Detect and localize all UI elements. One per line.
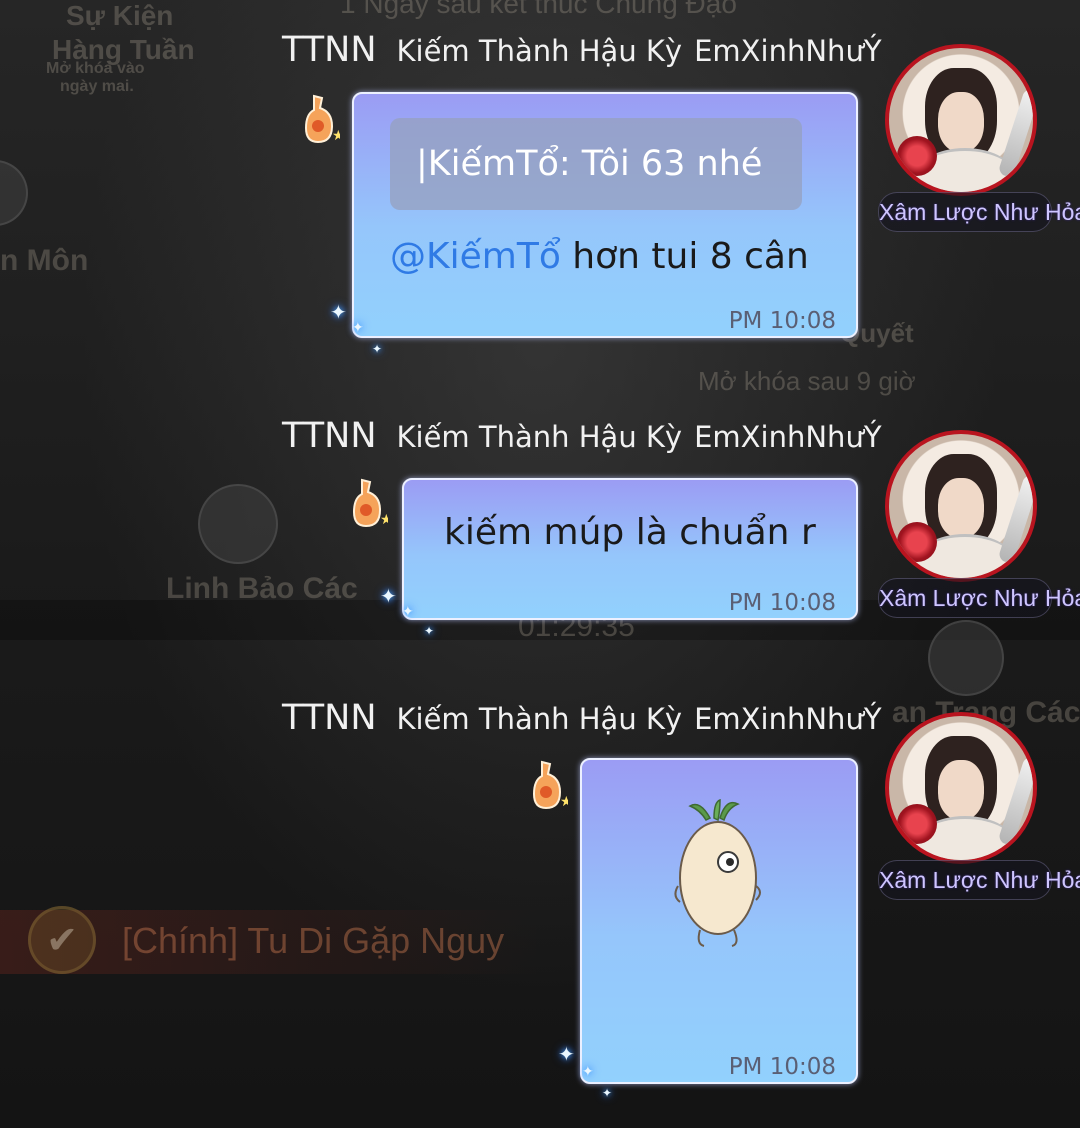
event-title: Sự Kiện bbox=[66, 0, 174, 31]
sparkle-icon: ✦ bbox=[558, 1042, 575, 1066]
message-header: TTNN Kiếm Thành Hậu Kỳ EmXinhNhưÝ bbox=[282, 698, 882, 738]
mid-unlock: Mở khóa sau 9 giờ bbox=[698, 366, 916, 396]
top-banner: 1 Ngày sau kết thúc Chung Đạo bbox=[340, 0, 737, 19]
event-unlock-text: Mở khóa vào bbox=[46, 60, 145, 77]
radish-sticker[interactable] bbox=[670, 796, 766, 956]
sparkle-icon: ✦ bbox=[424, 624, 435, 638]
timestamp: PM 10:08 bbox=[728, 590, 836, 616]
nickname[interactable]: EmXinhNhưÝ bbox=[694, 34, 881, 68]
rank-label: TTNN bbox=[282, 416, 377, 456]
left-menu-label: n Môn bbox=[0, 244, 89, 277]
message-body: hơn tui 8 cân bbox=[560, 236, 809, 277]
quoted-message[interactable]: |KiếmTổ: Tôi 63 nhé bbox=[390, 118, 802, 210]
sparkle-icon: ✦ bbox=[372, 342, 383, 356]
nickname[interactable]: EmXinhNhưÝ bbox=[694, 420, 881, 454]
sparkle-icon: ✦ bbox=[582, 1064, 594, 1080]
video-icon bbox=[928, 620, 1004, 696]
sparkle-icon: ✦ bbox=[330, 300, 347, 324]
gourd-icon: ★ bbox=[352, 478, 388, 528]
check-icon: ✔ bbox=[28, 906, 96, 974]
message-text: @KiếmTổ hơn tui 8 cân bbox=[390, 236, 809, 277]
rank-label: TTNN bbox=[282, 698, 377, 738]
nickname[interactable]: EmXinhNhưÝ bbox=[694, 702, 881, 736]
event-unlock-text-2: ngày mai. bbox=[60, 78, 134, 95]
gourd-icon: ★ bbox=[304, 94, 340, 144]
message-header: TTNN Kiếm Thành Hậu Kỳ EmXinhNhưÝ bbox=[282, 416, 882, 456]
avatar[interactable] bbox=[885, 712, 1037, 864]
gourd-icon: ★ bbox=[532, 760, 568, 810]
avatar[interactable] bbox=[885, 430, 1037, 582]
timestamp: PM 10:08 bbox=[728, 1054, 836, 1080]
timestamp: PM 10:08 bbox=[728, 308, 836, 334]
message-text: kiếm múp là chuẩn r bbox=[444, 512, 816, 553]
realm-label: Kiếm Thành Hậu Kỳ bbox=[396, 420, 683, 454]
quest-title[interactable]: [Chính] Tu Di Gặp Nguy bbox=[122, 920, 504, 962]
svg-text:★: ★ bbox=[332, 128, 340, 144]
title-tag: Xâm Lược Như Hỏa bbox=[878, 578, 1080, 618]
message-bubble[interactable]: |KiếmTổ: Tôi 63 nhé @KiếmTổ hơn tui 8 câ… bbox=[352, 92, 858, 338]
svg-text:★: ★ bbox=[380, 512, 388, 528]
message-bubble[interactable]: PM 10:08 bbox=[580, 758, 858, 1084]
realm-label: Kiếm Thành Hậu Kỳ bbox=[396, 702, 683, 736]
rank-label: TTNN bbox=[282, 30, 377, 70]
realm-label: Kiếm Thành Hậu Kỳ bbox=[396, 34, 683, 68]
left-menu-icon bbox=[0, 160, 28, 226]
avatar[interactable] bbox=[885, 44, 1037, 196]
building-icon bbox=[198, 484, 278, 564]
sparkle-icon: ✦ bbox=[352, 320, 364, 336]
sparkle-icon: ✦ bbox=[602, 1086, 613, 1100]
building-label: Linh Bảo Các bbox=[166, 572, 358, 605]
mention-link[interactable]: @KiếmTổ bbox=[390, 236, 561, 277]
message-bubble[interactable]: kiếm múp là chuẩn r PM 10:08 bbox=[402, 478, 858, 620]
sparkle-icon: ✦ bbox=[402, 604, 414, 620]
message-header: TTNN Kiếm Thành Hậu Kỳ EmXinhNhưÝ bbox=[282, 30, 882, 70]
svg-text:★: ★ bbox=[560, 794, 568, 810]
title-tag: Xâm Lược Như Hỏa bbox=[878, 192, 1080, 232]
sparkle-icon: ✦ bbox=[380, 584, 397, 608]
title-tag: Xâm Lược Như Hỏa bbox=[878, 860, 1080, 900]
